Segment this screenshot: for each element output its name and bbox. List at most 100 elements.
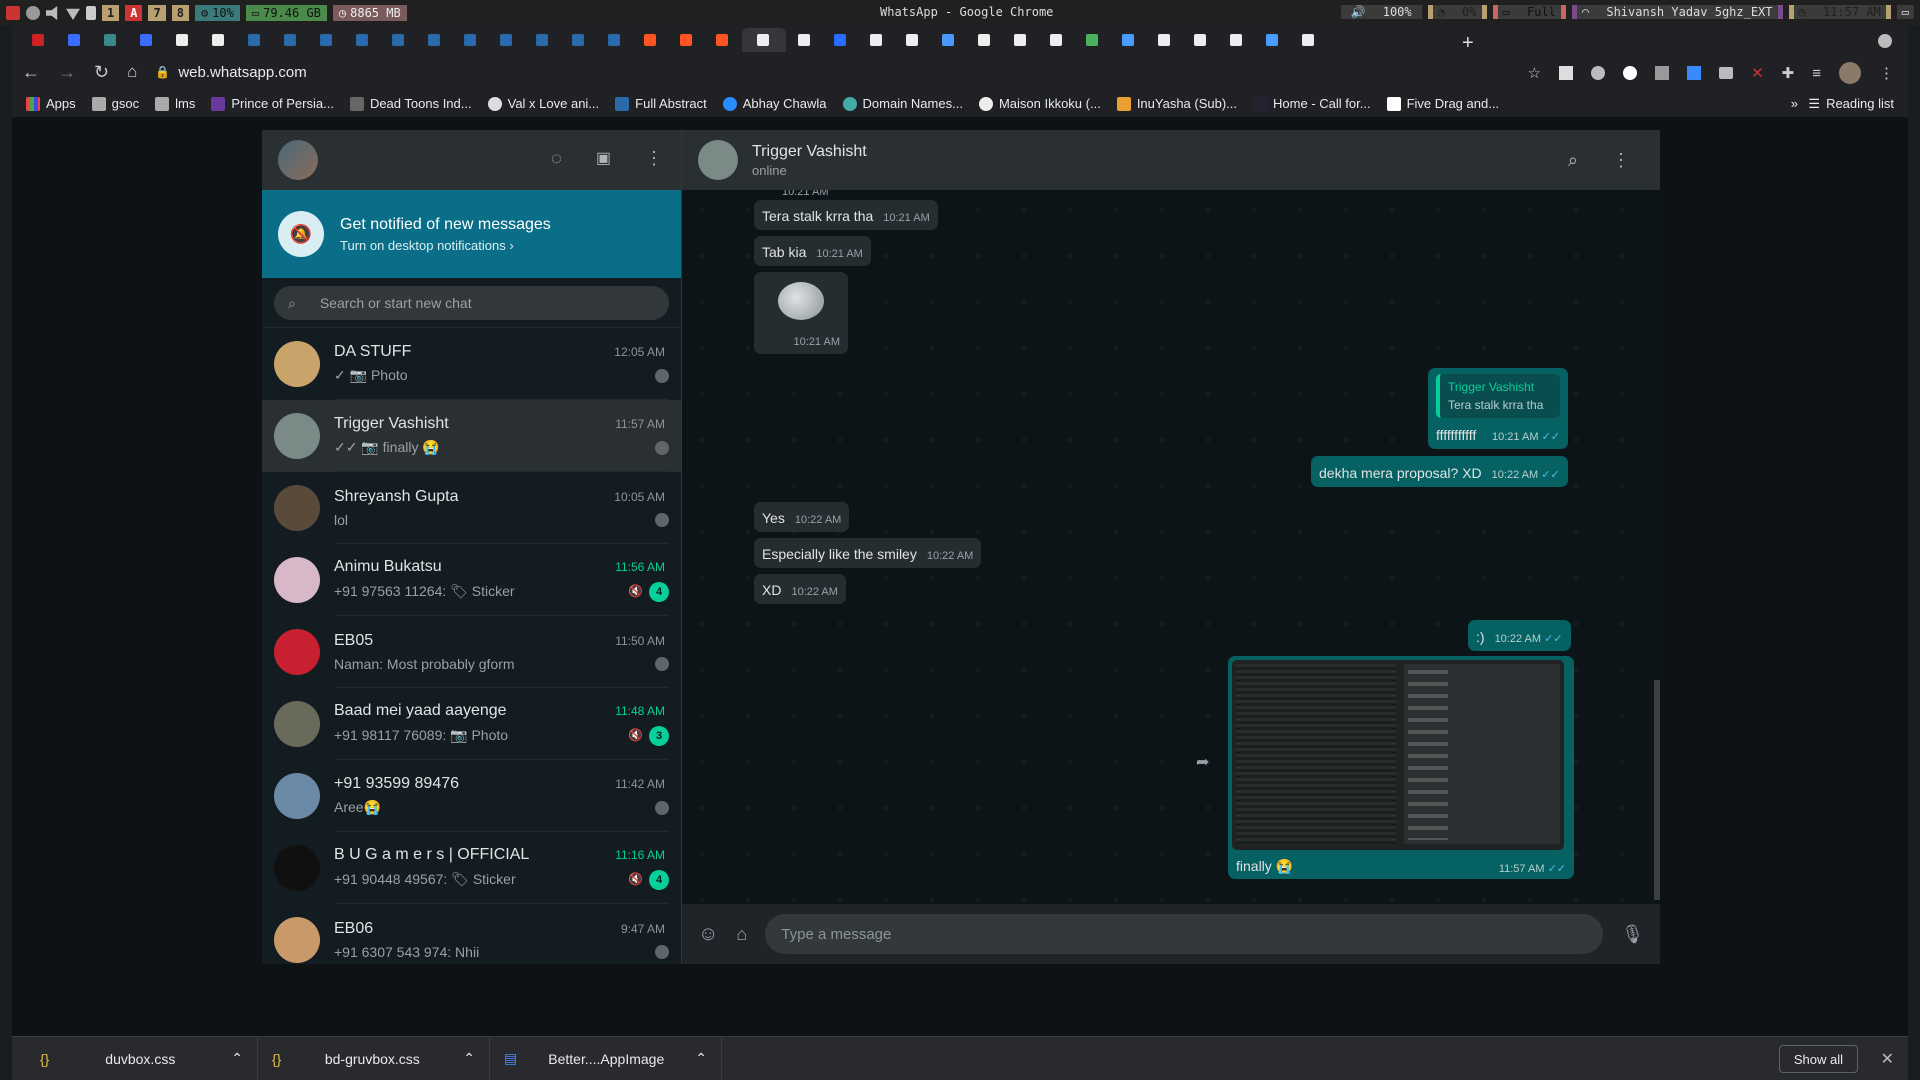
- browser-tab[interactable]: [202, 28, 236, 52]
- browser-tab[interactable]: [1004, 28, 1038, 52]
- back-icon[interactable]: ←: [22, 62, 40, 83]
- browser-tab[interactable]: [130, 28, 164, 52]
- bookmark-apps[interactable]: Apps: [26, 96, 76, 111]
- contact-avatar[interactable]: [698, 140, 738, 180]
- message-in[interactable]: Tera stalk krra tha 10:21 AM: [754, 200, 938, 230]
- download-item[interactable]: {} bd-gruvbox.css ⌃: [258, 1036, 490, 1080]
- tab-search-icon[interactable]: [1878, 34, 1892, 48]
- power-icon[interactable]: [6, 6, 20, 20]
- browser-tab[interactable]: [1292, 28, 1326, 52]
- bookmark-five-drag[interactable]: Five Drag and...: [1386, 96, 1499, 111]
- browser-tab[interactable]: [932, 28, 966, 52]
- chat-item[interactable]: EB05 11:50 AM Naman: Most probably gform: [262, 616, 681, 688]
- browser-tab[interactable]: [706, 28, 740, 52]
- bookmark-inuyasha[interactable]: InuYasha (Sub)...: [1116, 96, 1237, 111]
- bookmark-gsoc[interactable]: gsoc: [91, 96, 139, 111]
- my-avatar[interactable]: [278, 140, 318, 180]
- message-out[interactable]: dekha mera proposal? XD 10:22 AM ✓✓: [1311, 456, 1568, 487]
- workspace-7[interactable]: 7: [148, 5, 166, 21]
- menu-icon[interactable]: ⋮: [1612, 150, 1630, 171]
- extension-2-icon[interactable]: [1623, 66, 1638, 80]
- puzzle-icon[interactable]: ✚: [1782, 64, 1795, 82]
- message-in[interactable]: XD 10:22 AM: [754, 574, 846, 604]
- browser-tab[interactable]: [1256, 28, 1290, 52]
- url-text[interactable]: web.whatsapp.com: [178, 64, 306, 81]
- browser-tab[interactable]: [968, 28, 1002, 52]
- more-bookmarks-button[interactable]: »: [1791, 96, 1798, 111]
- show-all-button[interactable]: Show all: [1778, 1045, 1858, 1073]
- lock-icon[interactable]: [86, 6, 96, 20]
- workspace-8[interactable]: 8: [171, 5, 189, 21]
- chat-item[interactable]: +91 93599 89476 11:42 AM Aree😭: [262, 760, 681, 832]
- address-bar[interactable]: 🔒 web.whatsapp.com: [155, 64, 306, 81]
- wifi-stat[interactable]: ◠ Shivansh Yadav 5ghz_EXT: [1571, 5, 1783, 19]
- browser-tab[interactable]: [1040, 28, 1074, 52]
- browser-tab[interactable]: [454, 28, 488, 52]
- browser-tab[interactable]: [562, 28, 596, 52]
- chat-item[interactable]: Baad mei yaad aayenge 11:48 AM +91 98117 7…: [262, 688, 681, 760]
- chat-avatar[interactable]: [274, 629, 320, 675]
- star-icon[interactable]: ☆: [1528, 64, 1541, 82]
- chat-item[interactable]: Trigger Vashisht 11:57 AM ✓✓ 📷 finally 😭: [262, 400, 681, 472]
- message-in[interactable]: Yes 10:22 AM: [754, 502, 850, 532]
- browser-tab[interactable]: [788, 28, 822, 52]
- bookmark-prince[interactable]: Prince of Persia...: [211, 96, 334, 111]
- browser-tab[interactable]: [1220, 28, 1254, 52]
- chat-item[interactable]: EB06 9:47 AM +91 6307 543 974: Nhii: [262, 904, 681, 964]
- workspace-1[interactable]: 1: [102, 5, 120, 21]
- new-chat-icon[interactable]: ▣: [596, 148, 611, 169]
- browser-tab[interactable]: [58, 28, 92, 52]
- workspace-a[interactable]: A: [125, 5, 143, 21]
- scrollbar[interactable]: [1654, 680, 1660, 900]
- screenshot-image[interactable]: [1232, 660, 1564, 850]
- bookmark-val-x-love[interactable]: Val x Love ani...: [487, 96, 599, 111]
- chat-avatar[interactable]: [274, 917, 320, 963]
- browser-tab[interactable]: [896, 28, 930, 52]
- volume-stat[interactable]: 🔊 100%: [1340, 5, 1422, 19]
- browser-tab[interactable]: [382, 28, 416, 52]
- chat-item[interactable]: Animu Bukatsu 11:56 AM +91 97563 11264: 🏷 …: [262, 544, 681, 616]
- emoji-icon[interactable]: ☺: [698, 923, 718, 946]
- chat-item[interactable]: Shreyansh Gupta 10:05 AM lol: [262, 472, 681, 544]
- browser-tab[interactable]: [346, 28, 380, 52]
- chevron-up-icon[interactable]: ⌃: [695, 1050, 707, 1067]
- bookmark-domain-names[interactable]: Domain Names...: [842, 96, 963, 111]
- browser-tab[interactable]: [598, 28, 632, 52]
- browser-tab[interactable]: [670, 28, 704, 52]
- profile-avatar[interactable]: [1839, 62, 1861, 84]
- browser-tab[interactable]: [824, 28, 858, 52]
- bookmark-full-abstract[interactable]: Full Abstract: [615, 96, 707, 111]
- message-out[interactable]: :) 10:22 AM ✓✓: [1468, 620, 1571, 651]
- chat-avatar[interactable]: [274, 701, 320, 747]
- tab-whatsapp-active[interactable]: [742, 28, 786, 52]
- search-input[interactable]: [319, 295, 620, 311]
- attach-icon[interactable]: ⌂: [736, 924, 747, 945]
- menu-icon[interactable]: ⋮: [1879, 64, 1894, 82]
- close-icon[interactable]: ✕: [1881, 1049, 1894, 1069]
- quoted-message[interactable]: Trigger Vashisht Tera stalk krra tha: [1436, 374, 1560, 418]
- calendar-icon[interactable]: [1687, 66, 1702, 80]
- image-message[interactable]: finally 😭 11:57 AM ✓✓: [1228, 656, 1574, 879]
- extension-3-icon[interactable]: [1655, 66, 1670, 80]
- forward-icon[interactable]: ➦: [1196, 752, 1209, 772]
- download-item[interactable]: {} duvbox.css ⌃: [26, 1036, 258, 1080]
- reload-icon[interactable]: ↻: [94, 62, 109, 83]
- browser-tab[interactable]: [166, 28, 200, 52]
- notif-link[interactable]: Turn on desktop notifications ›: [340, 238, 551, 253]
- camera-icon[interactable]: [1719, 67, 1734, 79]
- browser-tab[interactable]: [1112, 28, 1146, 52]
- chevron-up-icon[interactable]: ⌃: [463, 1050, 475, 1067]
- browser-tab[interactable]: [634, 28, 668, 52]
- message-input[interactable]: [781, 925, 1588, 943]
- bookmark-lms[interactable]: lms: [155, 96, 195, 111]
- chat-avatar[interactable]: [274, 485, 320, 531]
- bookmark-call-for[interactable]: Home - Call for...: [1253, 96, 1371, 111]
- chat-avatar[interactable]: [274, 413, 320, 459]
- microphone-icon[interactable]: 🎙: [1621, 924, 1644, 945]
- volume-icon[interactable]: [46, 6, 58, 20]
- browser-tab[interactable]: [310, 28, 344, 52]
- chat-avatar[interactable]: [274, 557, 320, 603]
- blocked-icon[interactable]: ✕: [1751, 64, 1764, 82]
- notification-banner[interactable]: 🔕 Get notified of new messages Turn on d…: [262, 190, 681, 278]
- chat-avatar[interactable]: [274, 845, 320, 891]
